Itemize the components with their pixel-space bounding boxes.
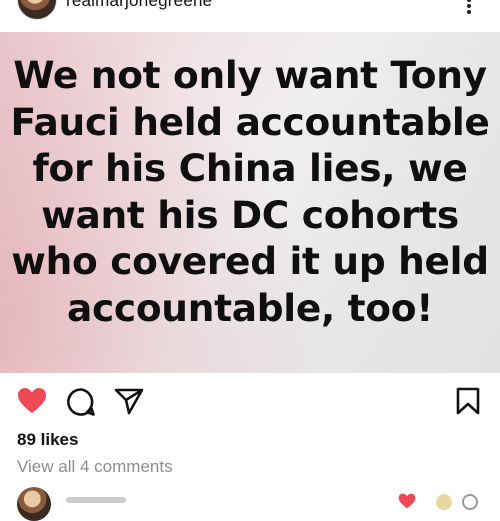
post-image[interactable]: We not only want Tony Fauci held account… [0, 32, 500, 373]
comment-preview [66, 497, 126, 503]
heart-icon[interactable] [17, 387, 47, 414]
post-text-line: who covered it up held [11, 239, 489, 283]
action-bar [0, 375, 500, 425]
share-icon[interactable] [114, 387, 144, 415]
emoji-icon[interactable] [436, 494, 452, 510]
more-vertical-icon[interactable] [464, 0, 474, 14]
heart-icon[interactable] [398, 493, 416, 509]
post-text-line: want his DC cohorts [41, 192, 459, 237]
post-text-line: Fauci held accountable [10, 99, 490, 144]
post-text: We not only want Tony Fauci held account… [0, 52, 500, 331]
comment-avatar[interactable] [17, 487, 51, 521]
post-header: realmarjoriegreene [0, 0, 500, 32]
post-text-line: accountable, too! [66, 285, 434, 330]
comment-icon[interactable] [66, 387, 96, 417]
post-text-line: for his China lies, we [32, 146, 468, 190]
view-comments-link[interactable]: View all 4 comments [17, 457, 173, 477]
add-emoji-icon[interactable] [462, 494, 478, 510]
bookmark-icon[interactable] [456, 387, 480, 415]
likes-count[interactable]: 89 likes [17, 430, 78, 450]
username-link[interactable]: realmarjoriegreene [66, 0, 212, 11]
profile-avatar[interactable] [17, 0, 57, 20]
post-text-line: We not only want Tony [13, 53, 487, 97]
